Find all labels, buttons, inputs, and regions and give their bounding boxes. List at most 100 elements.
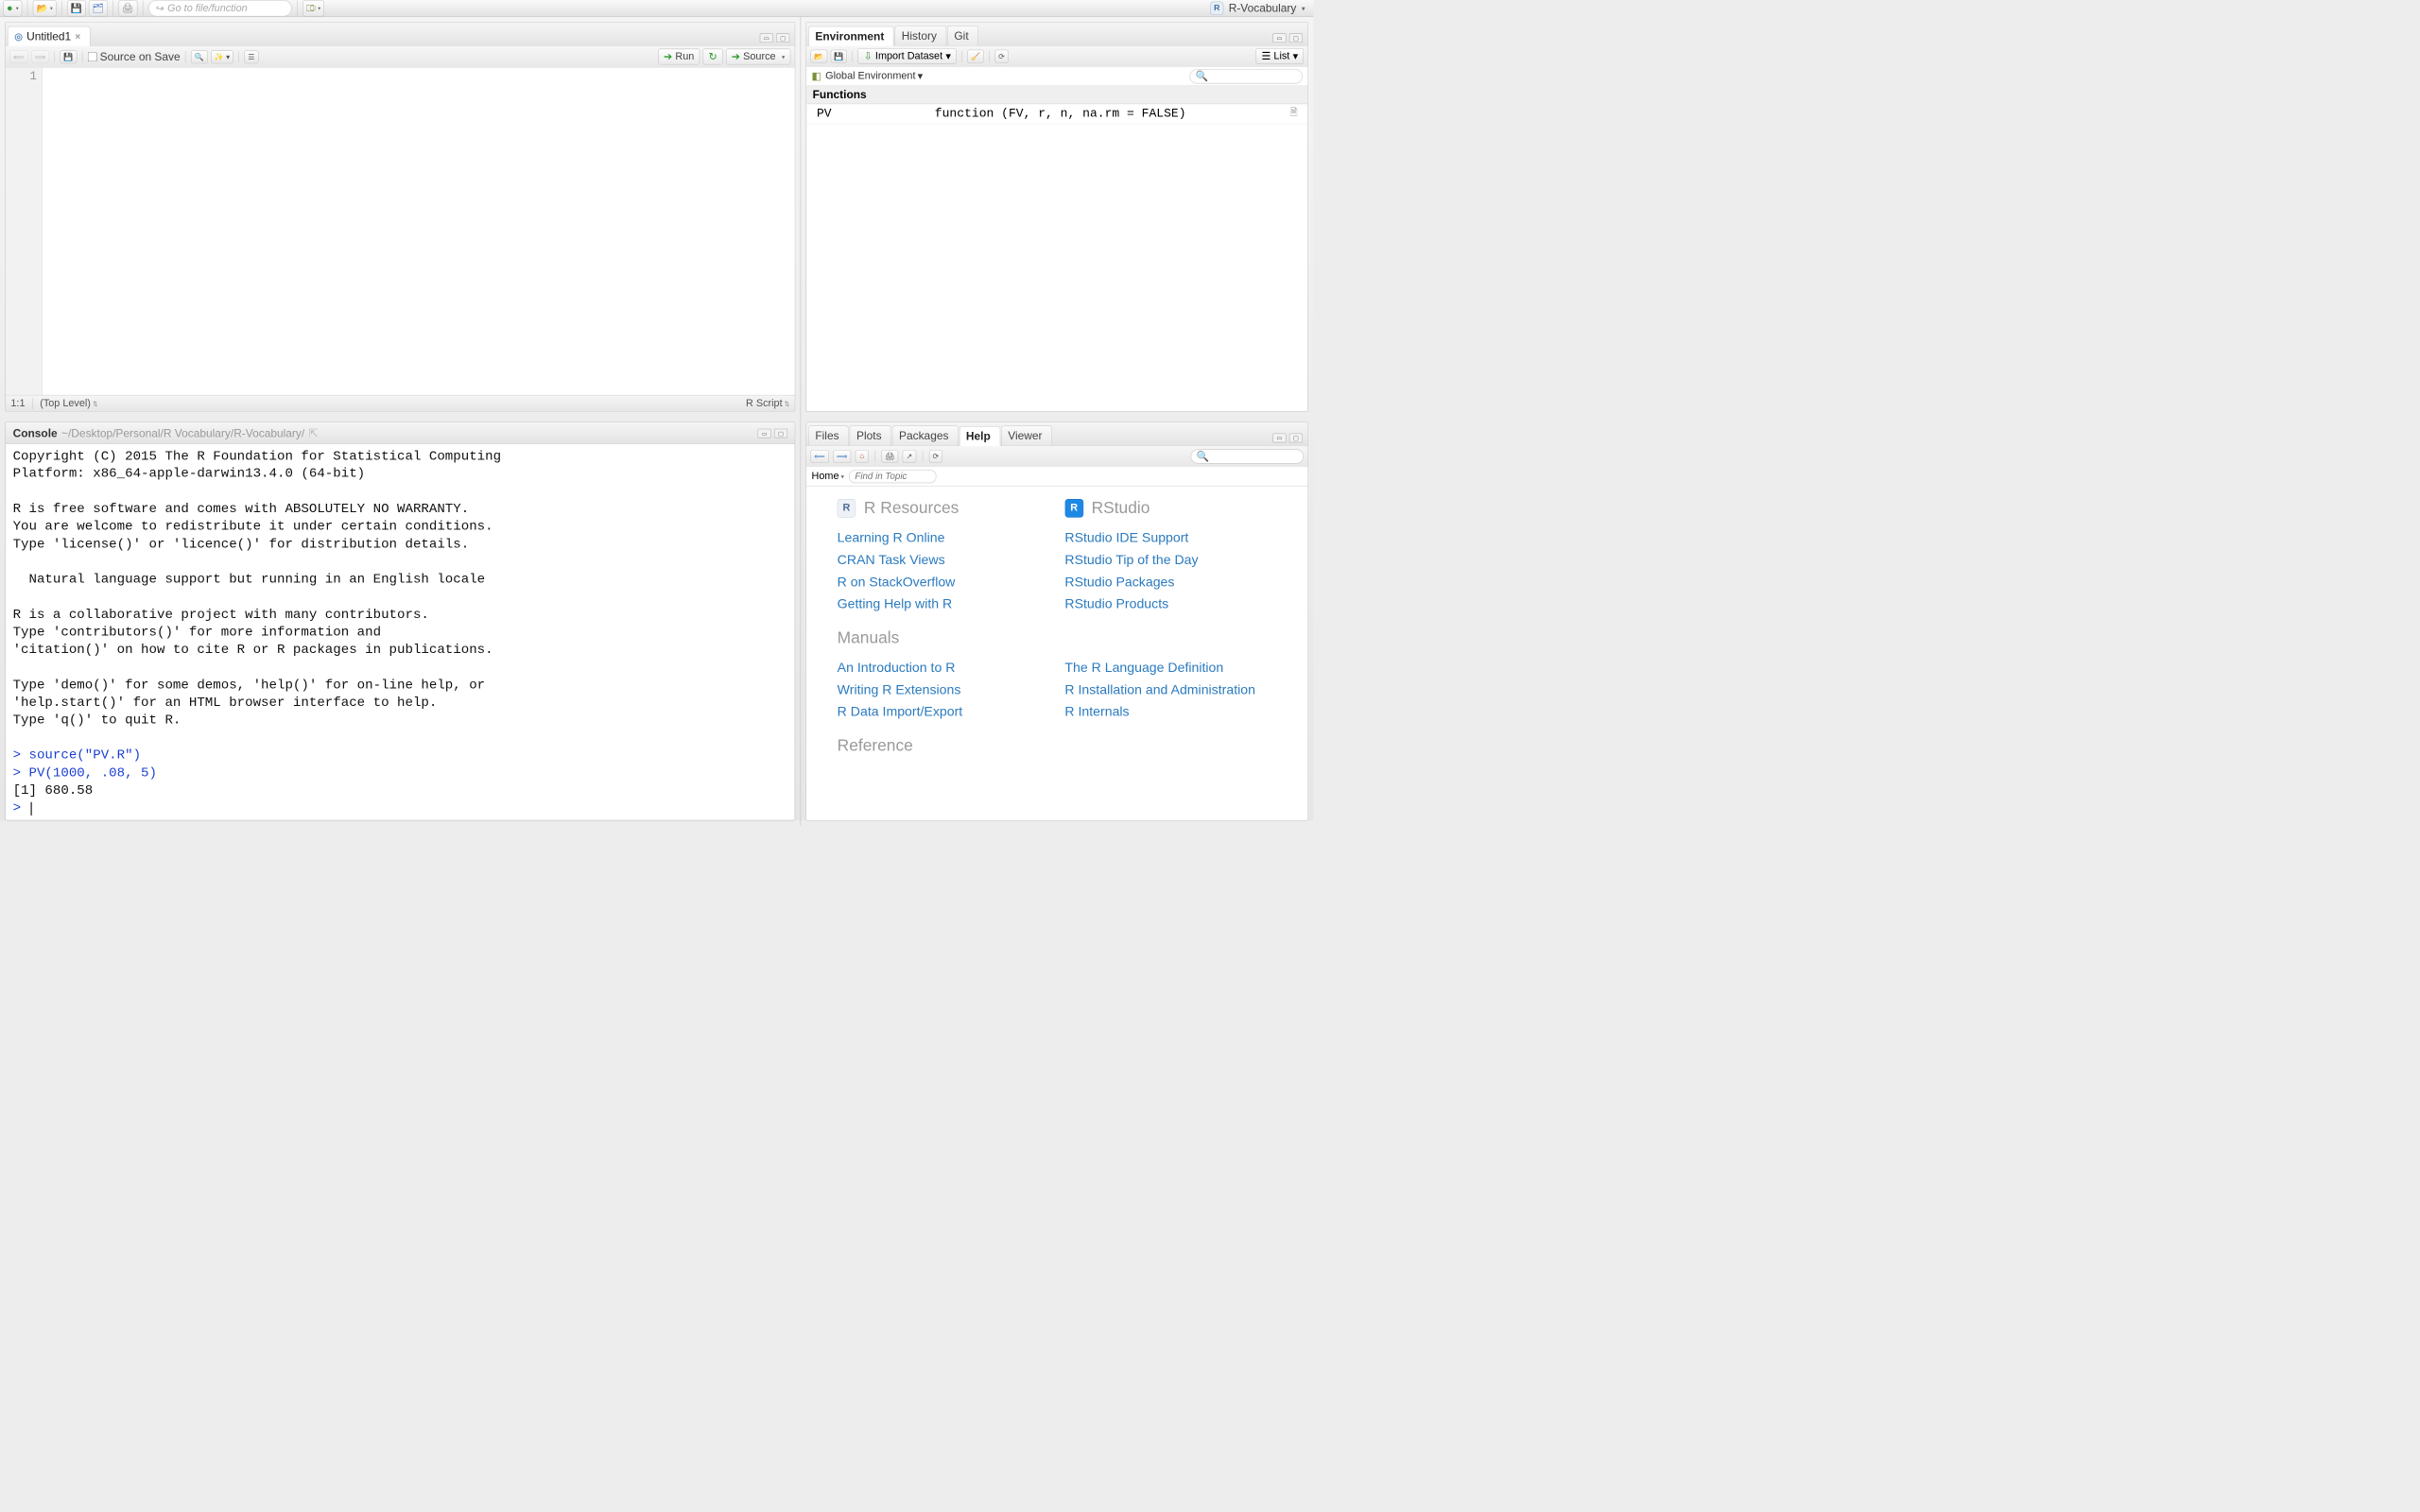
editor-gutter: 1 xyxy=(6,68,43,395)
help-back-button[interactable]: ⟸ xyxy=(810,450,828,463)
tab-plots[interactable]: Plots xyxy=(850,425,891,445)
rstudio-heading: R RStudio xyxy=(1064,499,1276,518)
tab-environment[interactable]: Environment xyxy=(808,26,893,46)
list-icon: ☰ xyxy=(1261,50,1270,63)
inspect-icon[interactable]: 🗎 xyxy=(1290,106,1298,121)
help-refresh-button[interactable]: ⟳ xyxy=(929,450,942,463)
maximize-pane-icon[interactable]: ▢ xyxy=(774,428,787,438)
r-logo-icon: R xyxy=(838,499,856,518)
help-link[interactable]: CRAN Task Views xyxy=(838,549,1049,571)
magic-wand-button[interactable]: ✨▾ xyxy=(211,50,233,63)
main-toolbar: ●▾ 📂▾ 💾 🗂 🖨 ↪ Go to file/function ⎄▾ R R… xyxy=(0,0,1313,17)
tab-help[interactable]: Help xyxy=(959,426,1000,446)
project-name: R-Vocabulary xyxy=(1229,2,1297,15)
source-arrow-icon: ➔ xyxy=(732,50,740,63)
goto-placeholder: Go to file/function xyxy=(167,2,247,13)
manuals-heading: Manuals xyxy=(838,628,1277,647)
source-editor[interactable] xyxy=(43,68,795,395)
help-home-dropdown[interactable]: Home ▾ xyxy=(812,471,844,482)
save-workspace-button[interactable]: 💾 xyxy=(830,49,847,62)
help-pane: Files Plots Packages Help Viewer ▭ ▢ ⟸ ⟹… xyxy=(806,422,1308,820)
print-button[interactable]: 🖨 xyxy=(118,0,137,16)
goto-icon: ↪ xyxy=(155,2,164,15)
nav-fwd-button[interactable]: ⟹ xyxy=(31,50,49,63)
console-path: ~/Desktop/Personal/R Vocabulary/R-Vocabu… xyxy=(61,426,304,439)
help-link[interactable]: RStudio Packages xyxy=(1064,571,1276,593)
source-tab-untitled1[interactable]: ◎ Untitled1 × xyxy=(8,26,90,46)
popout-icon[interactable]: ⇱ xyxy=(309,426,319,439)
open-file-button[interactable]: 📂▾ xyxy=(33,0,57,16)
save-script-button[interactable]: 💾 xyxy=(60,50,78,63)
minimize-pane-icon[interactable]: ▭ xyxy=(758,428,771,438)
help-link[interactable]: An Introduction to R xyxy=(838,657,1049,679)
search-icon: 🔍 xyxy=(1197,450,1210,463)
import-dataset-button[interactable]: ⇩ Import Dataset▾ xyxy=(858,48,957,64)
find-button[interactable]: 🔍 xyxy=(191,50,208,63)
scope-selector[interactable]: Global Environment▾ xyxy=(825,70,923,83)
help-link[interactable]: RStudio IDE Support xyxy=(1064,526,1276,548)
tab-viewer[interactable]: Viewer xyxy=(1001,425,1052,445)
help-link[interactable]: RStudio Tip of the Day xyxy=(1064,549,1276,571)
help-link[interactable]: R on StackOverflow xyxy=(838,571,1049,593)
tab-files[interactable]: Files xyxy=(808,425,849,445)
env-object-signature: function (FV, r, n, na.rm = FALSE) xyxy=(935,107,1290,121)
help-popout-button[interactable]: ↗ xyxy=(903,450,916,463)
help-link[interactable]: Learning R Online xyxy=(838,526,1049,548)
chevron-down-icon: ▾ xyxy=(841,472,844,480)
console-pane: Console ~/Desktop/Personal/R Vocabulary/… xyxy=(5,422,795,820)
close-tab-icon[interactable]: × xyxy=(76,31,81,42)
functions-section-header: Functions xyxy=(806,86,1307,104)
source-on-save-checkbox[interactable]: Source on Save xyxy=(88,50,181,63)
clear-workspace-button[interactable]: 🧹 xyxy=(967,49,984,62)
new-file-button[interactable]: ●▾ xyxy=(3,0,22,16)
rscript-icon: ◎ xyxy=(14,31,23,42)
run-arrow-icon: ➔ xyxy=(664,50,672,63)
console-output[interactable]: Copyright (C) 2015 The R Foundation for … xyxy=(6,444,795,820)
help-link[interactable]: RStudio Products xyxy=(1064,593,1276,614)
refresh-button[interactable]: ⟳ xyxy=(994,49,1008,62)
help-link[interactable]: R Data Import/Export xyxy=(838,700,1049,722)
help-link[interactable]: The R Language Definition xyxy=(1064,657,1276,679)
env-object-name: PV xyxy=(817,107,935,121)
minimize-pane-icon[interactable]: ▭ xyxy=(760,33,773,43)
maximize-pane-icon[interactable]: ▢ xyxy=(1289,33,1303,43)
run-button[interactable]: ➔ Run xyxy=(658,49,700,65)
tab-packages[interactable]: Packages xyxy=(892,425,959,445)
env-row-pv[interactable]: PV function (FV, r, n, na.rm = FALSE) 🗎 xyxy=(806,104,1307,124)
tab-history[interactable]: History xyxy=(895,26,947,45)
cursor-position: 1:1 xyxy=(10,398,25,409)
help-link[interactable]: Writing R Extensions xyxy=(838,679,1049,700)
project-selector[interactable]: R R-Vocabulary ▾ xyxy=(1205,2,1310,15)
help-print-button[interactable]: 🖨 xyxy=(881,450,898,463)
addins-button[interactable]: ⎄▾ xyxy=(302,0,324,16)
save-button[interactable]: 💾 xyxy=(67,0,86,16)
source-button[interactable]: ➔ Source ▾ xyxy=(726,49,790,65)
load-workspace-button[interactable]: 📂 xyxy=(810,49,827,62)
maximize-pane-icon[interactable]: ▢ xyxy=(1289,434,1303,443)
help-forward-button[interactable]: ⟹ xyxy=(833,450,851,463)
save-all-button[interactable]: 🗂 xyxy=(89,0,108,16)
project-icon: R xyxy=(1210,2,1223,15)
scope-selector[interactable]: (Top Level) ⇅ xyxy=(40,398,97,409)
help-home-button[interactable]: ⌂ xyxy=(856,450,869,463)
outline-button[interactable]: ☰ xyxy=(244,50,258,63)
maximize-pane-icon[interactable]: ▢ xyxy=(776,33,789,43)
goto-file-function-input[interactable]: ↪ Go to file/function xyxy=(148,0,292,16)
tab-title: Untitled1 xyxy=(26,29,71,43)
console-title: Console xyxy=(13,426,58,439)
help-link[interactable]: R Internals xyxy=(1064,700,1276,722)
source-pane: ◎ Untitled1 × ▭ ▢ ⟸ ⟹ 💾 xyxy=(5,22,795,411)
env-search-input[interactable]: 🔍 xyxy=(1190,69,1303,83)
find-in-topic-input[interactable] xyxy=(849,470,936,483)
minimize-pane-icon[interactable]: ▭ xyxy=(1272,33,1286,43)
minimize-pane-icon[interactable]: ▭ xyxy=(1272,434,1286,443)
tab-git[interactable]: Git xyxy=(947,26,978,45)
view-mode-selector[interactable]: ☰ List▾ xyxy=(1255,48,1304,64)
language-selector[interactable]: R Script ⇅ xyxy=(746,398,789,409)
help-link[interactable]: R Installation and Administration xyxy=(1064,679,1276,700)
nav-back-button[interactable]: ⟸ xyxy=(9,50,27,63)
help-link[interactable]: Getting Help with R xyxy=(838,593,1049,614)
updown-icon: ⇅ xyxy=(93,400,97,407)
help-search-input[interactable]: 🔍 xyxy=(1191,449,1304,463)
rerun-button[interactable]: ↻ xyxy=(703,49,723,65)
